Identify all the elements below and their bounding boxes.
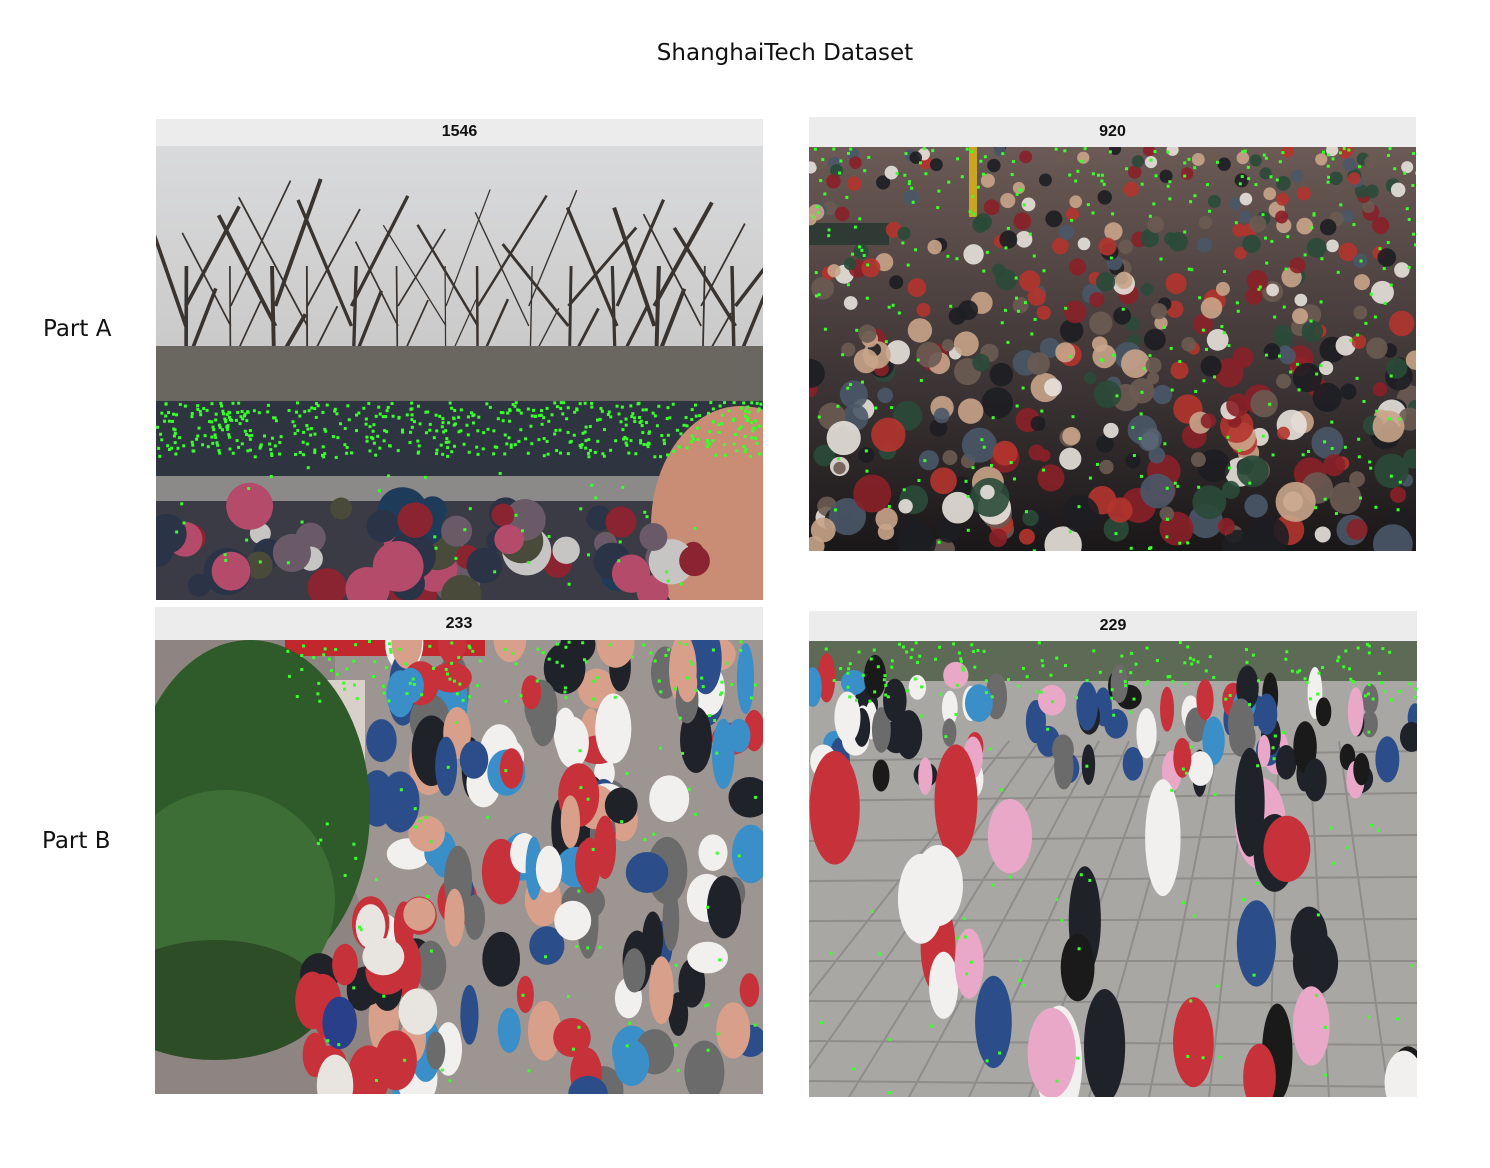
crowd-photo-plaza: [809, 641, 1417, 1097]
figure-title: ShanghaiTech Dataset: [656, 40, 914, 66]
panel-part-b-2: 229: [809, 611, 1417, 1097]
crowd-photo-park: [156, 146, 763, 600]
panel-part-a-2: 920: [809, 117, 1416, 551]
panel-part-b-1: 233: [155, 607, 763, 1094]
panel-count-label: 920: [809, 117, 1416, 147]
panel-count-label: 233: [155, 607, 763, 640]
panel-part-a-1: 1546: [156, 119, 763, 600]
panel-count-label: 229: [809, 611, 1417, 641]
row-label-part-a: Part A: [43, 316, 112, 342]
crowd-photo-street: [155, 640, 763, 1094]
row-label-part-b: Part B: [42, 828, 111, 854]
crowd-photo-stadium: [809, 147, 1416, 551]
panel-count-label: 1546: [156, 119, 763, 146]
